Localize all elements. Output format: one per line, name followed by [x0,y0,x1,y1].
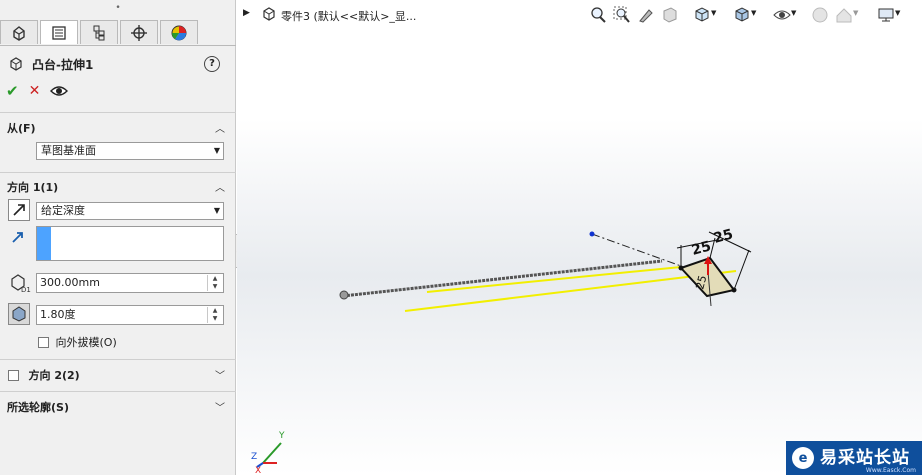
extrude-feature-icon [10,57,22,71]
draft-outward-row[interactable]: 向外拔模(O) [38,334,117,350]
chevron-up-icon[interactable]: ︿ [215,120,225,135]
property-manager-panel: • 凸台-拉伸1 ? ✔ ✕ 从(F) ︿ 草图基准面 ▼ 方向 1(1) ︿ … [0,0,236,475]
chevron-down-icon[interactable]: ﹀ [215,367,225,382]
watermark-logo: e 易采站长站 Www.Easck.Com [786,441,922,475]
panel-grip[interactable]: • [0,0,236,16]
preview-edge-yellow [426,266,682,293]
svg-text:D1: D1 [21,286,31,293]
dimension-label[interactable]: 25 [712,226,735,246]
direction1-section-header[interactable]: 方向 1(1) [7,179,58,195]
preview-eye-icon[interactable] [50,85,69,97]
centerline [591,233,682,267]
extrusion-axis [342,259,663,298]
dropdown-arrow-icon: ▼ [213,146,220,155]
reverse-direction-button[interactable] [8,199,30,221]
from-section-header[interactable]: 从(F) [7,120,36,136]
draft-icon [12,306,26,322]
depth-value: 300.00mm [40,276,100,289]
display-manager-icon [171,25,187,40]
model-canvas[interactable]: 25 25 25 Y Z X [237,0,922,475]
chevron-up-icon[interactable]: ︿ [215,179,225,194]
draft-angle-spinner[interactable]: ▲ ▼ [207,307,222,323]
draft-angle-input[interactable]: 1.80度 ▲ ▼ [36,305,224,325]
action-buttons: ✔ ✕ [6,82,69,100]
selection-highlight [37,227,51,260]
configuration-manager-icon [93,25,105,40]
feature-title-row: 凸台-拉伸1 ? [8,54,230,74]
draft-toggle-button[interactable] [8,303,30,325]
triad-z-label: Z [251,452,257,462]
reverse-direction-icon [13,204,25,216]
section-divider [0,172,236,173]
direction2-label: 方向 2(2) [28,369,80,382]
tab-divider [0,45,236,46]
tab-dim-xpert[interactable] [120,20,158,44]
direction-vector-icon [12,232,23,243]
centerline-endpoint [589,231,595,237]
dim-xpert-icon [131,24,147,41]
from-select[interactable]: 草图基准面 ▼ [36,142,224,160]
feature-manager-icon [13,25,25,41]
manager-tabs [0,20,200,46]
end-condition-select[interactable]: 给定深度 ▼ [36,202,224,220]
draft-angle-value: 1.80度 [40,308,76,321]
dropdown-arrow-icon: ▼ [213,206,220,215]
tab-configuration-manager[interactable] [80,20,118,44]
contours-section-header[interactable]: 所选轮廓(S) [7,399,69,415]
depth-spinner[interactable]: ▲ ▼ [207,275,222,291]
depth-dimension-icon: D1 [11,274,31,293]
section-divider [0,112,236,113]
chevron-down-icon[interactable]: ﹀ [215,399,225,414]
direction2-checkbox[interactable] [8,369,19,381]
watermark-text: 易采站长站 [820,448,910,468]
direction-reference-list[interactable] [36,226,224,261]
graphics-viewport[interactable]: ▶ 零件3 (默认<<默认>_显... ▼ ▼ ▼ ▼ ▼ 25 25 25 Y… [237,0,922,475]
draft-outward-label: 向外拔模(O) [55,336,117,349]
ok-button[interactable]: ✔ [6,82,19,100]
feature-title: 凸台-拉伸1 [32,57,94,72]
dimension-label[interactable]: 25 [690,238,713,258]
tab-property-manager[interactable] [40,20,78,44]
depth-input[interactable]: 300.00mm ▲ ▼ [36,273,224,293]
from-select-value: 草图基准面 [41,144,96,157]
triad-x-label: X [255,466,261,475]
tab-display-manager[interactable] [160,20,198,44]
property-manager-icon [52,25,66,40]
watermark-subtext: Www.Easck.Com [865,467,916,474]
draft-outward-checkbox[interactable] [38,336,49,348]
section-divider [0,391,236,392]
tab-feature-manager[interactable] [0,20,38,44]
direction2-section-header[interactable]: 方向 2(2) [8,367,80,383]
start-point [339,290,349,300]
section-divider [0,359,236,360]
cancel-button[interactable]: ✕ [29,83,41,99]
watermark-icon: e [792,447,814,469]
end-condition-value: 给定深度 [41,204,85,217]
dimension-extension-line [733,249,750,291]
help-icon[interactable]: ? [204,56,220,72]
triad-y-label: Y [278,431,285,441]
triad-y-axis [262,442,282,464]
